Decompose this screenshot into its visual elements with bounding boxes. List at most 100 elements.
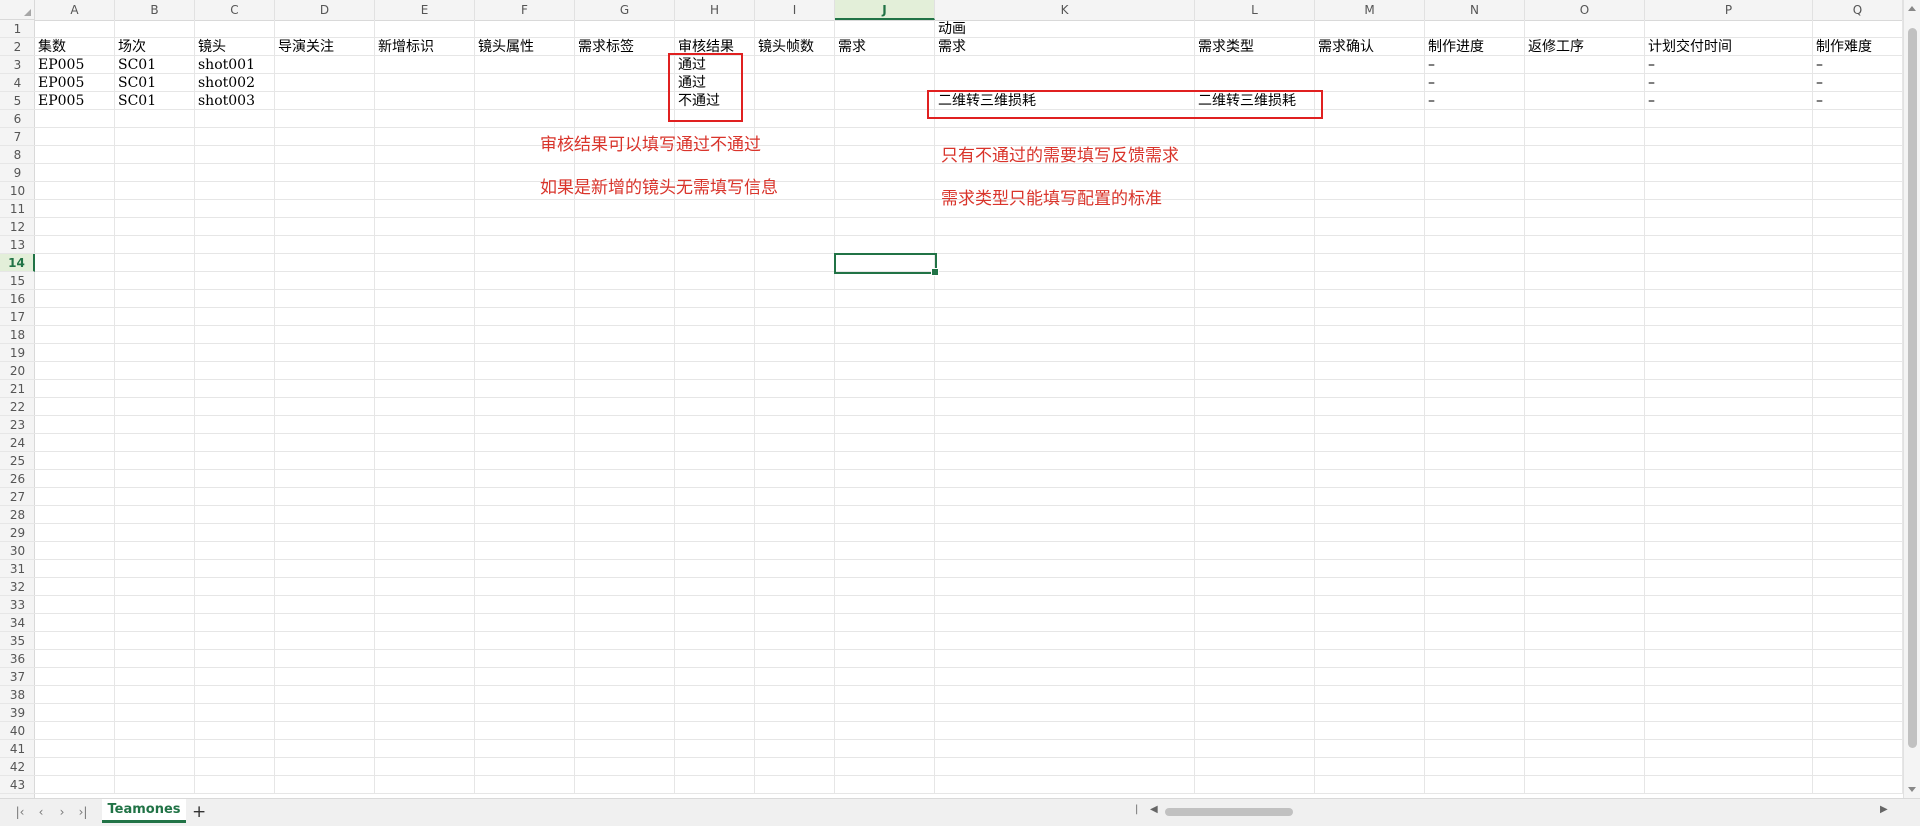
row-header-6[interactable]: 6 [0, 110, 35, 128]
cell-Q5[interactable]: – [1813, 92, 1823, 110]
vertical-scroll-thumb[interactable] [1908, 28, 1917, 748]
cell-C5[interactable]: shot003 [195, 92, 255, 110]
row-header-27[interactable]: 27 [0, 488, 35, 506]
row-header-9[interactable]: 9 [0, 164, 35, 182]
row-header-19[interactable]: 19 [0, 344, 35, 362]
horizontal-scroll-thumb[interactable] [1165, 808, 1293, 816]
column-header-A[interactable]: A [35, 0, 115, 20]
header-cell-M2[interactable]: 需求确认 [1315, 38, 1374, 56]
header-cell-K1[interactable]: 动画 [935, 20, 966, 38]
cell-B3[interactable]: SC01 [115, 56, 156, 74]
column-header-Q[interactable]: Q [1813, 0, 1903, 20]
next-sheet-icon[interactable]: › [54, 805, 70, 819]
column-header-H[interactable]: H [675, 0, 755, 20]
last-sheet-icon[interactable]: ›| [75, 805, 91, 819]
row-header-30[interactable]: 30 [0, 542, 35, 560]
column-header-I[interactable]: I [755, 0, 835, 20]
row-header-31[interactable]: 31 [0, 560, 35, 578]
row-header-8[interactable]: 8 [0, 146, 35, 164]
row-header-2[interactable]: 2 [0, 38, 35, 56]
header-cell-O2[interactable]: 返修工序 [1525, 38, 1584, 56]
column-header-L[interactable]: L [1195, 0, 1315, 20]
prev-sheet-icon[interactable]: ‹ [33, 805, 49, 819]
row-header-40[interactable]: 40 [0, 722, 35, 740]
row-header-23[interactable]: 23 [0, 416, 35, 434]
hscroll-split-icon[interactable]: | [1135, 804, 1138, 815]
cell-C4[interactable]: shot002 [195, 74, 255, 92]
cell-A4[interactable]: EP005 [35, 74, 84, 92]
scroll-down-icon[interactable] [1908, 787, 1916, 792]
row-header-25[interactable]: 25 [0, 452, 35, 470]
row-header-12[interactable]: 12 [0, 218, 35, 236]
cell-B4[interactable]: SC01 [115, 74, 156, 92]
cell-P5[interactable]: – [1645, 92, 1655, 110]
spreadsheet-grid[interactable]: ABCDEFGHIJKLMNOPQ 1 2 3 4 5 6 7 8 9 10 11 12 13 14 15 1… [0, 0, 1903, 798]
row-header-18[interactable]: 18 [0, 326, 35, 344]
row-header-38[interactable]: 38 [0, 686, 35, 704]
active-cell-J14[interactable] [834, 253, 939, 276]
row-header-36[interactable]: 36 [0, 650, 35, 668]
cell-N5[interactable]: – [1425, 92, 1435, 110]
header-cell-I2[interactable]: 镜头帧数 [755, 38, 814, 56]
row-header-29[interactable]: 29 [0, 524, 35, 542]
cell-Q3[interactable]: – [1813, 56, 1823, 74]
header-cell-D2[interactable]: 导演关注 [275, 38, 334, 56]
row-header-7[interactable]: 7 [0, 128, 35, 146]
header-cell-K2[interactable]: 需求 [935, 38, 966, 56]
row-header-3[interactable]: 3 [0, 56, 35, 74]
row-header-33[interactable]: 33 [0, 596, 35, 614]
header-cell-P2[interactable]: 计划交付时间 [1645, 38, 1732, 56]
row-header-43[interactable]: 43 [0, 776, 35, 794]
row-header-26[interactable]: 26 [0, 470, 35, 488]
row-header-4[interactable]: 4 [0, 74, 35, 92]
first-sheet-icon[interactable]: |‹ [12, 805, 28, 819]
column-header-G[interactable]: G [575, 0, 675, 20]
select-all-corner[interactable] [0, 0, 35, 20]
fill-handle[interactable] [931, 268, 939, 276]
row-header-28[interactable]: 28 [0, 506, 35, 524]
scroll-right-icon[interactable]: ▶ [1880, 804, 1888, 815]
add-sheet-icon[interactable]: + [192, 802, 206, 822]
header-cell-J2[interactable]: 需求 [835, 38, 866, 56]
header-cell-Q2[interactable]: 制作难度 [1813, 38, 1872, 56]
cell-N4[interactable]: – [1425, 74, 1435, 92]
row-header-35[interactable]: 35 [0, 632, 35, 650]
header-cell-L2[interactable]: 需求类型 [1195, 38, 1254, 56]
scroll-up-icon[interactable] [1908, 6, 1916, 11]
cell-Q4[interactable]: – [1813, 74, 1823, 92]
header-cell-A2[interactable]: 集数 [35, 38, 66, 56]
column-header-C[interactable]: C [195, 0, 275, 20]
row-header-14[interactable]: 14 [0, 254, 35, 272]
row-header-21[interactable]: 21 [0, 380, 35, 398]
header-cell-C2[interactable]: 镜头 [195, 38, 226, 56]
row-header-20[interactable]: 20 [0, 362, 35, 380]
row-header-22[interactable]: 22 [0, 398, 35, 416]
cell-B5[interactable]: SC01 [115, 92, 156, 110]
cell-P4[interactable]: – [1645, 74, 1655, 92]
row-header-39[interactable]: 39 [0, 704, 35, 722]
sheet-tab-teamones[interactable]: Teamones [102, 799, 186, 823]
column-header-D[interactable]: D [275, 0, 375, 20]
cell-A3[interactable]: EP005 [35, 56, 84, 74]
header-cell-E2[interactable]: 新增标识 [375, 38, 434, 56]
column-header-M[interactable]: M [1315, 0, 1425, 20]
row-header-17[interactable]: 17 [0, 308, 35, 326]
row-header-24[interactable]: 24 [0, 434, 35, 452]
vertical-scrollbar[interactable] [1903, 0, 1920, 798]
row-header-1[interactable]: 1 [0, 20, 35, 38]
row-header-41[interactable]: 41 [0, 740, 35, 758]
header-cell-B2[interactable]: 场次 [115, 38, 146, 56]
column-header-J[interactable]: J [835, 0, 935, 20]
column-header-B[interactable]: B [115, 0, 195, 20]
cell-P3[interactable]: – [1645, 56, 1655, 74]
cell-C3[interactable]: shot001 [195, 56, 255, 74]
column-header-E[interactable]: E [375, 0, 475, 20]
cell-N3[interactable]: – [1425, 56, 1435, 74]
header-cell-N2[interactable]: 制作进度 [1425, 38, 1484, 56]
row-header-34[interactable]: 34 [0, 614, 35, 632]
column-header-K[interactable]: K [935, 0, 1195, 20]
row-header-13[interactable]: 13 [0, 236, 35, 254]
row-header-5[interactable]: 5 [0, 92, 35, 110]
column-header-O[interactable]: O [1525, 0, 1645, 20]
column-header-P[interactable]: P [1645, 0, 1813, 20]
